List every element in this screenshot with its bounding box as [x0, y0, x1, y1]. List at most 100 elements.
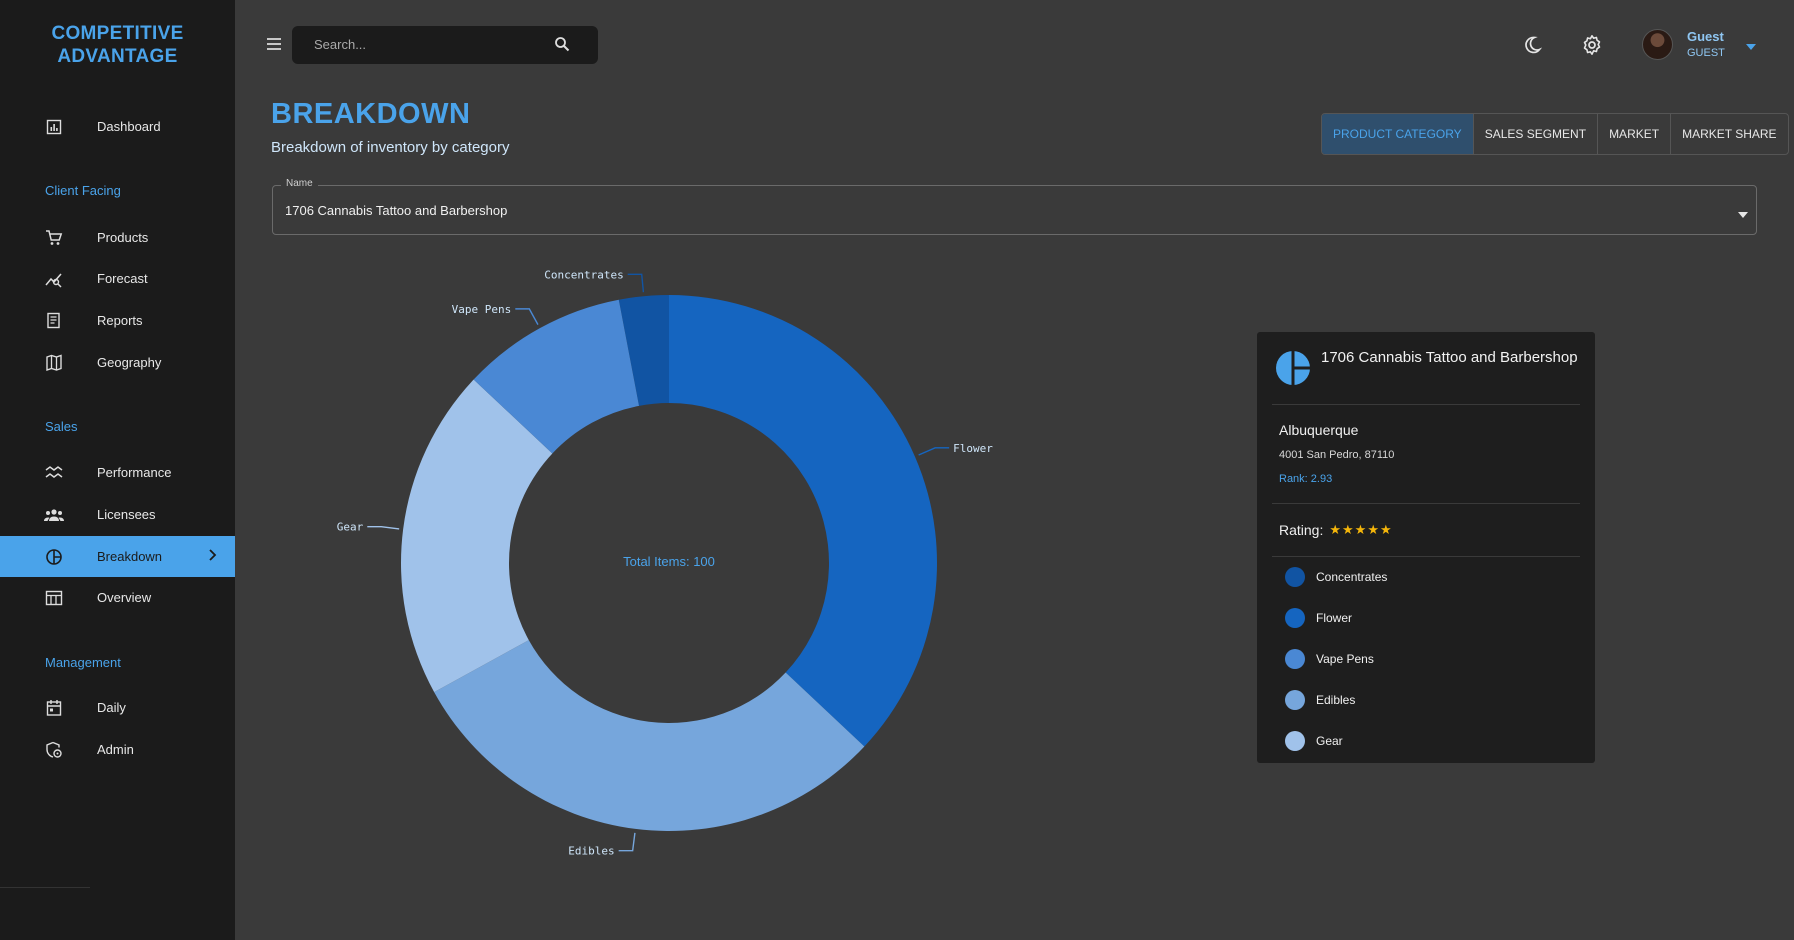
legend-item-edibles[interactable]: Edibles	[1285, 690, 1355, 710]
user-name[interactable]: Guest	[1687, 29, 1724, 44]
select-label: Name	[281, 178, 318, 189]
toggle-market-share[interactable]: MARKET SHARE	[1671, 114, 1787, 154]
menu-button[interactable]	[264, 34, 284, 54]
chart-center-label: Total Items: 100	[623, 554, 715, 569]
cart-icon	[44, 228, 64, 248]
brand-line-2: ADVANTAGE	[57, 46, 178, 67]
slice-label: Flower	[953, 442, 993, 455]
sidebar-item-reports[interactable]: Reports	[0, 300, 235, 341]
slice-label: Vape Pens	[452, 303, 512, 316]
sidebar-item-performance[interactable]: Performance	[0, 452, 235, 493]
settings-button[interactable]	[1580, 33, 1604, 57]
sidebar-item-products[interactable]: Products	[0, 217, 235, 258]
calendar-view-icon	[44, 588, 64, 608]
name-select[interactable]: Name 1706 Cannabis Tattoo and Barbershop	[272, 178, 1757, 235]
user-role: GUEST	[1687, 47, 1725, 59]
sidebar-item-forecast[interactable]: Forecast	[0, 258, 235, 299]
callout-line	[618, 832, 636, 852]
sidebar-item-label: Reports	[97, 313, 143, 328]
toggle-product-category[interactable]: PRODUCT CATEGORY	[1322, 114, 1474, 154]
slice-label: Gear	[337, 521, 364, 534]
search-input[interactable]: Search...	[314, 37, 366, 52]
breakdown-donut-chart: Concentrates Flower Edibles Gear Vape Pens T…	[337, 268, 993, 858]
map-icon	[44, 353, 64, 373]
sidebar-item-licensees[interactable]: Licensees	[0, 494, 235, 535]
toggle-market[interactable]: MARKET	[1598, 114, 1672, 154]
slice-label: Concentrates	[544, 268, 623, 281]
sidebar-item-label: Performance	[97, 465, 172, 480]
card-divider	[1272, 556, 1580, 557]
sidebar-divider	[0, 887, 90, 888]
sidebar-item-dashboard[interactable]: Dashboard	[0, 106, 235, 147]
menu-icon	[267, 38, 281, 50]
dark-mode-toggle[interactable]	[1520, 33, 1544, 57]
sidebar-item-label: Admin	[97, 742, 134, 757]
callout-line	[918, 447, 950, 456]
rating-stars: ★★★★★	[1329, 522, 1393, 537]
callout-line	[367, 525, 400, 530]
callout-line	[515, 308, 539, 325]
select-value: 1706 Cannabis Tattoo and Barbershop	[285, 203, 508, 218]
sidebar-item-overview[interactable]: Overview	[0, 577, 235, 618]
sidebar-item-label: Geography	[97, 355, 162, 370]
section-label-management: Management	[45, 655, 121, 670]
chevron-right-icon	[207, 549, 217, 564]
card-address: 4001 San Pedro, 87110	[1279, 449, 1395, 461]
card-city: Albuquerque	[1279, 422, 1359, 438]
sidebar-item-geography[interactable]: Geography	[0, 342, 235, 383]
section-label-sales: Sales	[45, 419, 78, 434]
sidebar-item-label: Overview	[97, 590, 152, 605]
group-icon	[44, 505, 64, 525]
chevron-down-icon[interactable]	[1745, 38, 1757, 56]
legend-label: Vape Pens	[1316, 652, 1374, 666]
brand-line-1: COMPETITIVE	[51, 23, 184, 44]
view-toggle-group: PRODUCT CATEGORY SALES SEGMENT MARKET MA…	[1321, 113, 1789, 155]
brand-logo[interactable]: COMPETITIVE ADVANTAGE	[0, 22, 235, 68]
receipt-icon	[44, 311, 64, 331]
sidebar-item-label: Dashboard	[97, 119, 161, 134]
sidebar-item-breakdown[interactable]: Breakdown	[0, 536, 235, 577]
legend-label: Edibles	[1316, 693, 1356, 707]
page-subtitle: Breakdown of inventory by category	[271, 139, 510, 156]
legend-swatch	[1285, 690, 1305, 710]
licensee-info-card: 1706 Cannabis Tattoo and Barbershop Albu…	[1257, 332, 1595, 763]
legend-item-concentrates[interactable]: Concentrates	[1285, 567, 1387, 587]
sidebar-item-daily[interactable]: Daily	[0, 687, 235, 728]
sidebar: COMPETITIVE ADVANTAGE Dashboard Client F…	[0, 0, 235, 940]
card-title: 1706 Cannabis Tattoo and Barbershop	[1321, 349, 1578, 366]
legend-item-gear[interactable]: Gear	[1285, 731, 1343, 751]
admin-icon	[44, 740, 64, 760]
pie-icon	[44, 547, 64, 567]
slice-label: Edibles	[568, 845, 614, 858]
sidebar-item-admin[interactable]: Admin	[0, 729, 235, 770]
pie-logo-icon	[1275, 350, 1311, 391]
legend-label: Gear	[1316, 734, 1343, 748]
dashboard-icon	[44, 117, 64, 137]
sidebar-item-label: Daily	[97, 700, 126, 715]
legend-swatch	[1285, 649, 1305, 669]
card-divider	[1272, 404, 1580, 405]
forecast-icon	[44, 269, 64, 289]
legend-swatch	[1285, 731, 1305, 751]
card-divider	[1272, 503, 1580, 504]
sidebar-item-label: Products	[97, 230, 149, 245]
search-bar[interactable]: Search...	[292, 26, 598, 64]
legend-label: Concentrates	[1316, 570, 1388, 584]
sidebar-item-label: Forecast	[97, 271, 148, 286]
toggle-sales-segment[interactable]: SALES SEGMENT	[1474, 114, 1599, 154]
rating-label: Rating:	[1279, 522, 1324, 538]
card-rank: Rank: 2.93	[1279, 473, 1333, 485]
legend-label: Flower	[1316, 611, 1353, 625]
legend-swatch	[1285, 608, 1305, 628]
pie-slice-flower[interactable]	[669, 295, 937, 747]
search-icon[interactable]	[554, 36, 570, 57]
legend-item-vape-pens[interactable]: Vape Pens	[1285, 649, 1374, 669]
trend-icon	[44, 463, 64, 483]
legend-item-flower[interactable]: Flower	[1285, 608, 1352, 628]
chevron-down-icon[interactable]	[1738, 205, 1748, 223]
avatar[interactable]	[1642, 29, 1673, 60]
moon-icon	[1525, 36, 1542, 54]
sidebar-item-label: Breakdown	[97, 549, 163, 564]
sidebar-item-label: Licensees	[97, 507, 156, 522]
calendar-icon	[44, 698, 64, 718]
